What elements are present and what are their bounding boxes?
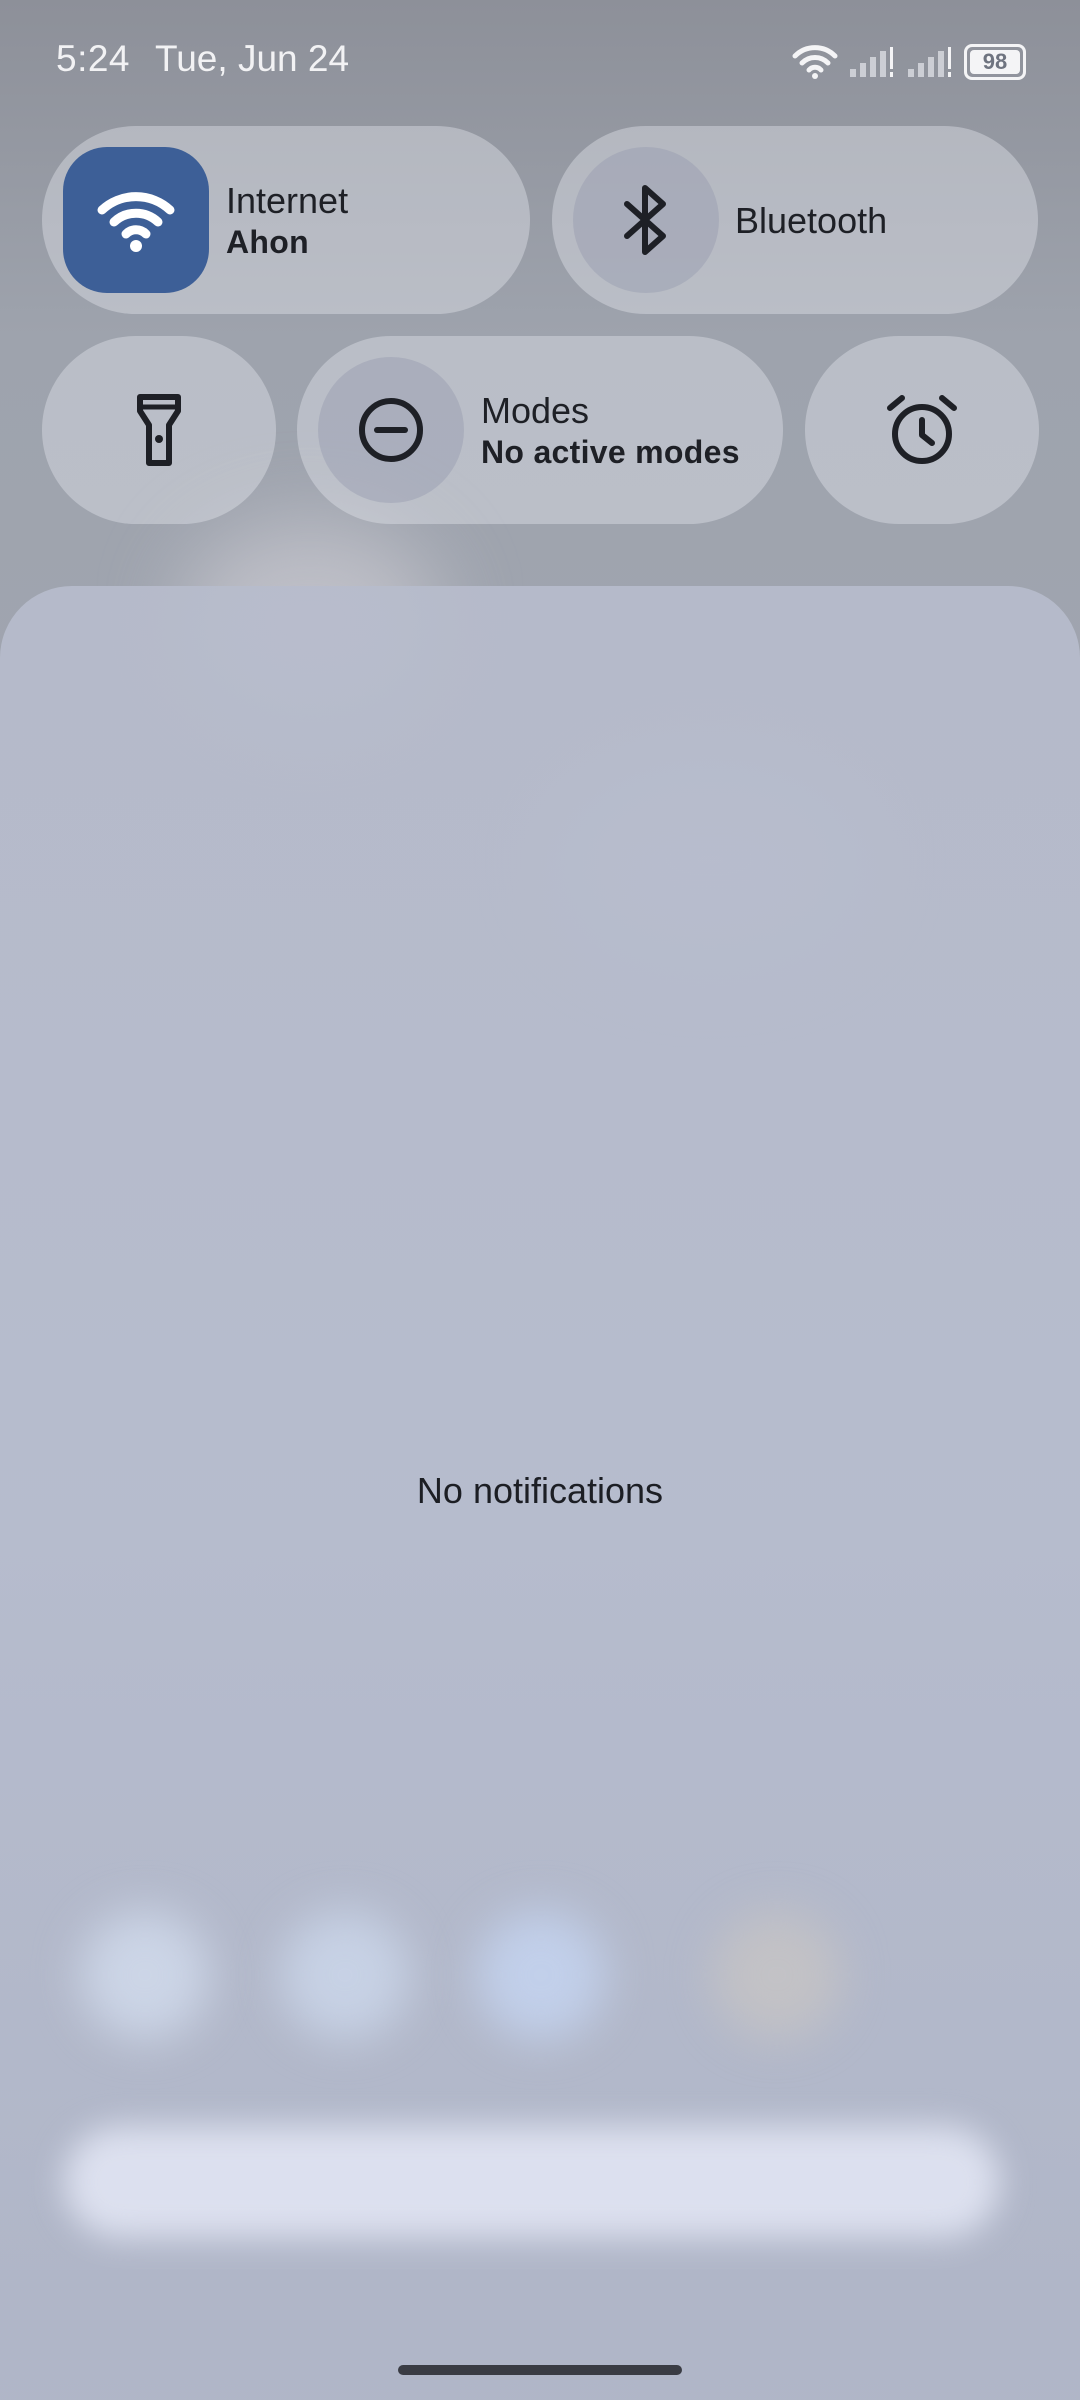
- internet-tile[interactable]: Internet Ahon: [42, 126, 530, 314]
- status-icons: 98: [792, 40, 1026, 84]
- wifi-icon: [792, 45, 838, 79]
- wifi-icon: [97, 192, 175, 252]
- status-time: 5:24: [56, 38, 131, 79]
- alarm-button[interactable]: [805, 336, 1039, 524]
- modes-tile[interactable]: Modes No active modes: [297, 336, 783, 524]
- modes-toggle[interactable]: [318, 357, 464, 503]
- battery-level: 98: [982, 49, 1008, 74]
- modes-subtitle: No active modes: [481, 434, 740, 470]
- blurred-app-icon: [476, 1910, 606, 2040]
- home-indicator[interactable]: [398, 2365, 682, 2375]
- internet-toggle[interactable]: [63, 147, 209, 293]
- signal-icon: [850, 47, 893, 77]
- battery-icon: 98: [964, 44, 1026, 80]
- notification-panel[interactable]: No notifications: [0, 586, 1080, 2400]
- internet-network-name: Ahon: [226, 224, 309, 260]
- do-not-disturb-icon: [359, 398, 423, 462]
- bluetooth-title: Bluetooth: [735, 200, 888, 241]
- bluetooth-toggle[interactable]: [573, 147, 719, 293]
- blurred-search-bar: [64, 2126, 1000, 2238]
- blurred-app-icon: [80, 1910, 210, 2040]
- alarm-icon: [887, 395, 957, 464]
- blurred-app-icon: [280, 1910, 410, 2040]
- bluetooth-icon: [624, 185, 666, 255]
- empty-notifications-text: No notifications: [416, 1470, 664, 1511]
- flashlight-tile[interactable]: [42, 336, 276, 524]
- status-bar: 5:24 Tue, Jun 24 98: [0, 0, 1080, 124]
- flashlight-button[interactable]: [42, 336, 276, 524]
- internet-title: Internet: [226, 180, 349, 221]
- modes-title: Modes: [481, 390, 590, 431]
- alarm-tile[interactable]: [805, 336, 1039, 524]
- status-date: Tue, Jun 24: [155, 38, 350, 79]
- bluetooth-tile[interactable]: Bluetooth: [552, 126, 1038, 314]
- flashlight-icon: [137, 394, 181, 466]
- signal-icon: [908, 47, 951, 77]
- blurred-app-icon: [712, 1910, 842, 2040]
